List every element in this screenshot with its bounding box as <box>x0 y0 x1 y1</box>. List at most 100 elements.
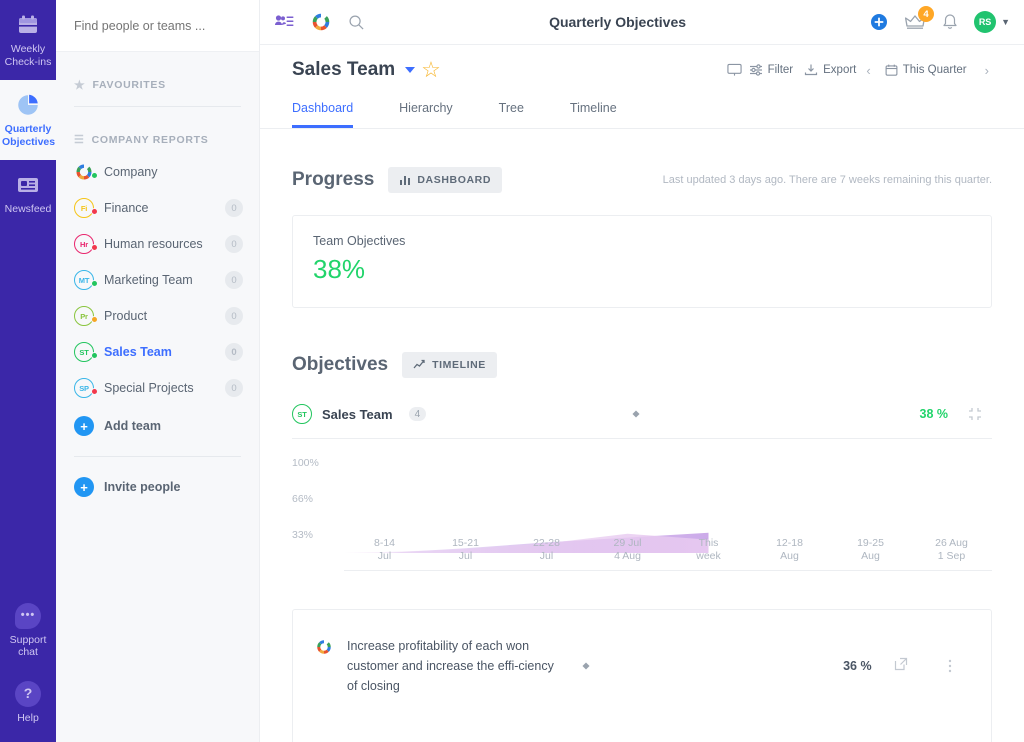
dashboard-chip-label: DASHBOARD <box>417 174 492 186</box>
next-period-button[interactable]: › <box>982 63 992 78</box>
plus-icon: + <box>74 477 94 497</box>
team-initials: Fi <box>74 198 94 218</box>
dashboard-chip[interactable]: DASHBOARD <box>388 167 503 193</box>
star-icon: ★ <box>74 78 86 92</box>
chart-x-tick-line2: week <box>696 550 721 562</box>
company-logo-icon[interactable] <box>310 11 332 33</box>
tab-hierarchy[interactable]: Hierarchy <box>399 93 453 128</box>
sidebar: ★ FAVOURITES ☰ COMPANY REPORTS Company Fi… <box>56 0 260 742</box>
team-avatar-icon: ST <box>74 342 98 362</box>
sidebar-item-product[interactable]: Pr Product 0 <box>56 298 259 334</box>
star-icon[interactable]: ☆ <box>421 59 441 81</box>
status-dot <box>91 172 98 179</box>
last-updated-text: Last updated 3 days ago. There are 7 wee… <box>662 174 992 186</box>
sidebar-item-label: Marketing Team <box>104 273 193 287</box>
objective-team-count: 4 <box>408 407 427 421</box>
favourites-header: ★ FAVOURITES <box>56 52 259 100</box>
team-list: Company Fi Finance 0 Hr Human resources 0 MT Mar… <box>56 154 259 406</box>
filter-button[interactable]: Filter <box>749 63 794 77</box>
rail-label-line1: Help <box>17 711 39 724</box>
chart-x-tick-line1: 19-25 <box>857 537 884 549</box>
y-tick-100: 100% <box>292 457 319 469</box>
team-initials: Hr <box>74 234 94 254</box>
rail-label-line1: Quarterly <box>4 123 52 135</box>
topbar: Quarterly Objectives 4 RS ▼ <box>260 0 1024 45</box>
page-tabs: Dashboard Hierarchy Tree Timeline <box>260 93 1024 128</box>
objective-list-item[interactable]: Drive-up new sign up activity rates40 % <box>315 720 969 742</box>
sidebar-item-human-resources[interactable]: Hr Human resources 0 <box>56 226 259 262</box>
sidebar-item-label: Finance <box>104 201 149 215</box>
rail-item-help[interactable]: ? Help <box>0 665 56 731</box>
calendar-icon <box>2 10 54 40</box>
sidebar-item-special-projects[interactable]: SP Special Projects 0 <box>56 370 259 406</box>
objectives-header: Objectives TIMELINE <box>292 352 992 378</box>
team-count-badge: 0 <box>225 235 243 253</box>
add-team-label: Add team <box>104 419 161 433</box>
period-selector[interactable]: This Quarter <box>885 63 967 77</box>
chevron-down-icon[interactable] <box>405 67 416 73</box>
bar-chart-icon <box>400 176 411 185</box>
timeline-chip[interactable]: TIMELINE <box>402 352 497 378</box>
sidebar-search[interactable] <box>56 0 259 52</box>
filter-label: Filter <box>767 64 794 76</box>
team-objectives-card: Team Objectives 38% <box>292 215 992 308</box>
chart-x-tick-line2: Aug <box>861 550 880 562</box>
plus-icon: + <box>74 416 94 436</box>
pie-chart-icon <box>2 90 54 120</box>
sidebar-item-invite-people[interactable]: + Invite people <box>56 457 259 505</box>
tab-tree[interactable]: Tree <box>499 93 524 128</box>
chart-x-tick-line1: 12-18 <box>776 537 803 549</box>
objective-logo-icon <box>315 638 333 661</box>
more-vertical-icon[interactable] <box>930 658 969 674</box>
objectives-timeline-chart: 100% 66% 33% 8-14 Jul 15-21 Jul 22-28 Jul 29 J… <box>292 453 992 571</box>
sidebar-item-add-team[interactable]: + Add team <box>56 406 259 444</box>
avatar[interactable]: RS ▼ <box>974 11 1010 33</box>
tab-dashboard[interactable]: Dashboard <box>292 93 354 128</box>
bell-icon[interactable] <box>942 13 958 31</box>
rail-label-line1: Weekly <box>10 43 46 55</box>
chart-x-tick: 26 Aug 1 Sep <box>911 537 992 563</box>
chart-x-tick: 19-25 Aug <box>830 537 911 563</box>
main-area: Quarterly Objectives 4 RS ▼ Sales Team ☆ <box>260 0 1024 742</box>
objective-list-item[interactable]: Increase profitability of each won custo… <box>315 610 969 720</box>
prev-period-button[interactable]: ‹ <box>863 63 873 78</box>
crown-icon[interactable]: 4 <box>904 6 935 31</box>
chart-x-axis <box>344 570 992 571</box>
tab-timeline[interactable]: Timeline <box>570 93 617 128</box>
collapse-icon[interactable] <box>958 407 992 421</box>
team-count-badge: 0 <box>225 343 243 361</box>
present-screen-icon[interactable] <box>726 63 742 77</box>
sidebar-item-finance[interactable]: Fi Finance 0 <box>56 190 259 226</box>
sidebar-item-label: Sales Team <box>104 345 172 359</box>
chart-x-tick: This week <box>668 537 749 563</box>
rail-label-line1: Support <box>9 633 47 646</box>
team-avatar-icon: MT <box>74 270 98 290</box>
team-initials: ST <box>292 404 312 424</box>
chart-x-tick-line2: Jul <box>377 550 392 562</box>
sidebar-item-sales-team[interactable]: ST Sales Team 0 <box>56 334 259 370</box>
rail-item-weekly-checkins[interactable]: Weekly Check-ins <box>0 0 56 80</box>
status-dot <box>91 388 98 395</box>
timeline-chip-label: TIMELINE <box>432 359 486 371</box>
team-count-badge: 0 <box>225 379 243 397</box>
export-button[interactable]: Export <box>804 63 856 77</box>
rail-item-quarterly-objectives[interactable]: Quarterly Objectives <box>0 80 56 160</box>
company-reports-label: COMPANY REPORTS <box>91 133 209 146</box>
sidebar-item-label: Human resources <box>104 237 203 251</box>
search-icon[interactable] <box>348 14 365 31</box>
sidebar-item-company[interactable]: Company <box>56 154 259 190</box>
chart-x-tick-line2: Jul <box>458 550 473 562</box>
open-external-icon[interactable] <box>882 657 921 676</box>
sidebar-item-marketing-team[interactable]: MT Marketing Team 0 <box>56 262 259 298</box>
status-dot <box>91 316 98 323</box>
rail-item-newsfeed[interactable]: Newsfeed <box>0 160 56 228</box>
people-list-icon[interactable] <box>274 14 294 30</box>
objective-team-row[interactable]: ST Sales Team 4 38 % <box>292 404 992 439</box>
company-reports-header: ☰ COMPANY REPORTS <box>56 107 259 154</box>
rail-item-support-chat[interactable]: ••• Support chat <box>0 587 56 665</box>
chart-x-tick: 22-28 Jul <box>506 537 587 563</box>
status-dot <box>91 352 98 359</box>
search-input[interactable] <box>74 18 241 33</box>
sidebar-item-label: Special Projects <box>104 381 194 395</box>
add-circle-icon[interactable] <box>870 13 888 31</box>
